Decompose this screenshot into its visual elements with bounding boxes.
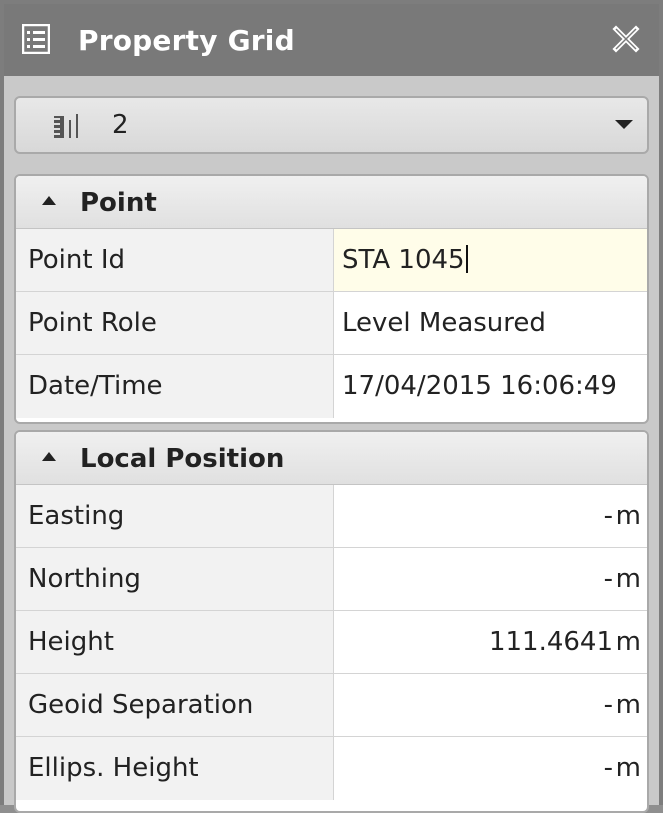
property-label: Date/Time xyxy=(16,355,334,418)
property-row-easting: Easting -m xyxy=(16,485,647,548)
section-point: Point Point Id STA 1045 Point Role Level… xyxy=(14,174,649,424)
property-row-ellips-height: Ellips. Height -m xyxy=(16,737,647,800)
property-grid-panel: Property Grid 2 Point Point Id STA 1045 xyxy=(0,0,663,813)
property-row-height: Height 111.4641 m xyxy=(16,611,647,674)
property-label: Geoid Separation xyxy=(16,674,334,736)
section-local-position-header[interactable]: Local Position xyxy=(16,432,647,485)
list-window-icon xyxy=(22,24,50,54)
unit-label: m xyxy=(615,690,641,720)
section-local-position: Local Position Easting -m Northing -m He… xyxy=(14,430,649,813)
panel-titlebar: Property Grid xyxy=(4,4,659,76)
property-label: Ellips. Height xyxy=(16,737,334,800)
section-title: Local Position xyxy=(80,444,285,474)
unit-label: m xyxy=(615,564,641,594)
property-row-northing: Northing -m xyxy=(16,548,647,611)
object-selector-dropdown[interactable]: 2 xyxy=(14,96,649,154)
property-row-geoid-separation: Geoid Separation -m xyxy=(16,674,647,737)
property-label: Height xyxy=(16,611,334,673)
section-point-header[interactable]: Point xyxy=(16,176,647,229)
property-value[interactable]: 17/04/2015 16:06:49 xyxy=(334,355,647,418)
property-value[interactable]: -m xyxy=(334,737,647,800)
property-label: Easting xyxy=(16,485,334,547)
property-row-point-id: Point Id STA 1045 xyxy=(16,229,647,292)
property-row-point-role: Point Role Level Measured xyxy=(16,292,647,355)
close-icon[interactable] xyxy=(611,24,641,54)
collapse-triangle-icon[interactable] xyxy=(42,452,56,461)
unit-label: m xyxy=(615,627,641,657)
property-value[interactable]: -m xyxy=(334,548,647,610)
collapse-triangle-icon[interactable] xyxy=(42,196,56,205)
section-title: Point xyxy=(80,188,157,218)
panel-title: Property Grid xyxy=(78,24,295,57)
level-staff-icon xyxy=(54,114,78,138)
property-value[interactable]: 111.4641 m xyxy=(334,611,647,673)
selector-value: 2 xyxy=(112,110,129,140)
unit-label: m xyxy=(615,501,641,531)
property-value[interactable]: -m xyxy=(334,485,647,547)
property-row-date-time: Date/Time 17/04/2015 16:06:49 xyxy=(16,355,647,418)
property-label: Point Id xyxy=(16,229,334,291)
text-caret xyxy=(465,245,468,273)
chevron-down-icon[interactable] xyxy=(615,120,633,129)
property-value[interactable]: Level Measured xyxy=(334,292,647,354)
point-id-input[interactable]: STA 1045 xyxy=(334,229,647,291)
property-label: Point Role xyxy=(16,292,334,354)
unit-label: m xyxy=(615,753,641,783)
property-value[interactable]: -m xyxy=(334,674,647,736)
property-label: Northing xyxy=(16,548,334,610)
